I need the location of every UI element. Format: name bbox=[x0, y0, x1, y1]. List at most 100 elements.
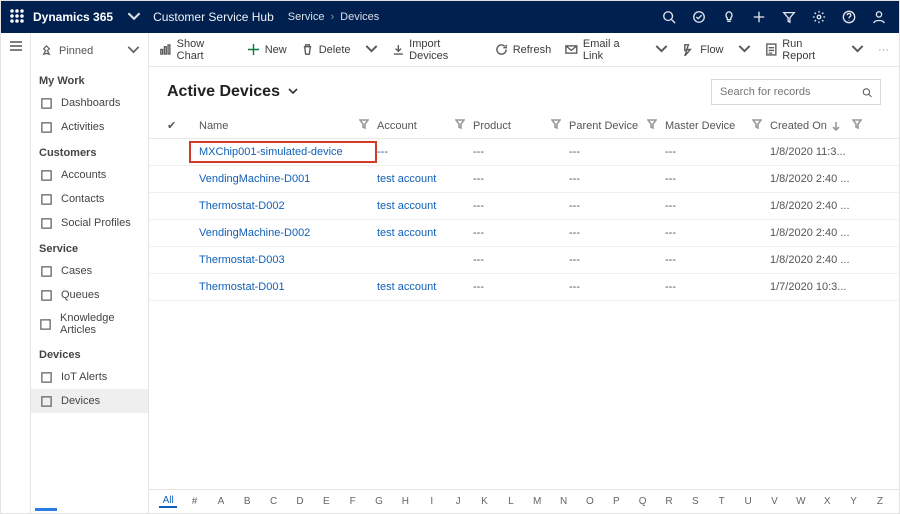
plus-icon[interactable] bbox=[745, 1, 773, 33]
select-all-checkbox[interactable]: ✔ bbox=[167, 119, 189, 132]
alpha-letter[interactable]: A bbox=[212, 496, 230, 507]
social-icon bbox=[39, 216, 53, 230]
cell-parent: --- bbox=[569, 200, 665, 212]
alpha-letter[interactable]: J bbox=[449, 496, 467, 507]
col-account[interactable]: Account bbox=[377, 119, 473, 132]
col-name[interactable]: Name bbox=[189, 119, 377, 132]
nav-pinned[interactable]: Pinned bbox=[31, 33, 148, 67]
alpha-letter[interactable]: S bbox=[686, 496, 704, 507]
import-button[interactable]: Import Devices bbox=[392, 38, 481, 62]
cell-name[interactable]: VendingMachine-D002 bbox=[189, 227, 377, 239]
filter-icon[interactable] bbox=[775, 1, 803, 33]
nav-item[interactable]: Knowledge Articles bbox=[31, 307, 148, 341]
alpha-letter[interactable]: P bbox=[607, 496, 625, 507]
app-name[interactable]: Customer Service Hub bbox=[153, 10, 274, 24]
col-master-device[interactable]: Master Device bbox=[665, 119, 770, 132]
alpha-letter[interactable]: E bbox=[317, 496, 335, 507]
search-icon[interactable] bbox=[655, 1, 683, 33]
nav-item[interactable]: Accounts bbox=[31, 163, 148, 187]
search-box[interactable] bbox=[711, 79, 881, 105]
flow-button[interactable]: Flow bbox=[682, 43, 723, 56]
alpha-letter[interactable]: Y bbox=[844, 496, 862, 507]
alpha-letter[interactable]: H bbox=[396, 496, 414, 507]
alpha-letter[interactable]: Q bbox=[633, 496, 651, 507]
nav-item[interactable]: Activities bbox=[31, 115, 148, 139]
filter-icon bbox=[647, 119, 657, 132]
lightbulb-icon[interactable] bbox=[715, 1, 743, 33]
alpha-letter[interactable]: L bbox=[502, 496, 520, 507]
cell-name[interactable]: VendingMachine-D001 bbox=[189, 173, 377, 185]
cell-account[interactable]: test account bbox=[377, 227, 473, 239]
nav-item[interactable]: Devices bbox=[31, 389, 148, 413]
table-row[interactable]: VendingMachine-D001test account---------… bbox=[149, 166, 899, 193]
cell-account[interactable]: test account bbox=[377, 173, 473, 185]
alpha-letter[interactable]: O bbox=[581, 496, 599, 507]
alpha-letter[interactable]: D bbox=[291, 496, 309, 507]
help-icon[interactable] bbox=[835, 1, 863, 33]
cell-name[interactable]: MXChip001-simulated-device bbox=[189, 141, 377, 163]
alpha-letter[interactable]: V bbox=[765, 496, 783, 507]
alpha-letter[interactable]: F bbox=[344, 496, 362, 507]
table-row[interactable]: Thermostat-D001test account---------1/7/… bbox=[149, 274, 899, 301]
run-report-button[interactable]: Run Report bbox=[765, 38, 838, 62]
alpha-letter[interactable]: C bbox=[264, 496, 282, 507]
col-parent-device[interactable]: Parent Device bbox=[569, 119, 665, 132]
flow-chevron[interactable] bbox=[738, 42, 751, 58]
cell-name[interactable]: Thermostat-D001 bbox=[189, 281, 377, 293]
overflow-icon[interactable]: ··· bbox=[878, 44, 889, 56]
alpha-letter[interactable]: W bbox=[792, 496, 810, 507]
user-icon[interactable] bbox=[865, 1, 893, 33]
cell-account[interactable]: test account bbox=[377, 281, 473, 293]
alpha-letter[interactable]: K bbox=[475, 496, 493, 507]
nav-item[interactable]: Cases bbox=[31, 259, 148, 283]
table-row[interactable]: Thermostat-D003---------1/8/2020 2:40 ..… bbox=[149, 247, 899, 274]
alpha-letter[interactable]: N bbox=[554, 496, 572, 507]
app-launcher-icon[interactable] bbox=[1, 9, 33, 26]
cell-name[interactable]: Thermostat-D002 bbox=[189, 200, 377, 212]
chevron-down-icon[interactable] bbox=[127, 9, 141, 26]
refresh-button[interactable]: Refresh bbox=[495, 43, 552, 56]
nav-item-label: Knowledge Articles bbox=[60, 312, 140, 336]
new-button[interactable]: New bbox=[247, 43, 287, 56]
alpha-letter[interactable]: R bbox=[660, 496, 678, 507]
delete-chevron[interactable] bbox=[365, 42, 378, 58]
show-chart-button[interactable]: Show Chart bbox=[159, 38, 233, 62]
view-title[interactable]: Active Devices bbox=[167, 83, 280, 101]
alpha-letter[interactable]: M bbox=[528, 496, 546, 507]
alpha-letter[interactable]: X bbox=[818, 496, 836, 507]
nav-item[interactable]: Contacts bbox=[31, 187, 148, 211]
cell-product: --- bbox=[473, 146, 569, 158]
alpha-letter[interactable]: I bbox=[423, 496, 441, 507]
nav-item[interactable]: Dashboards bbox=[31, 91, 148, 115]
cell-name[interactable]: Thermostat-D003 bbox=[189, 254, 377, 266]
gear-icon[interactable] bbox=[805, 1, 833, 33]
report-chevron[interactable] bbox=[851, 42, 864, 58]
delete-button[interactable]: Delete bbox=[301, 43, 351, 56]
search-input[interactable] bbox=[720, 86, 862, 98]
cell-account[interactable]: --- bbox=[377, 146, 473, 158]
table-row[interactable]: MXChip001-simulated-device------------1/… bbox=[149, 139, 899, 166]
hamburger-icon[interactable] bbox=[9, 39, 23, 56]
nav-item[interactable]: Social Profiles bbox=[31, 211, 148, 235]
alpha-letter[interactable]: B bbox=[238, 496, 256, 507]
nav-item[interactable]: IoT Alerts bbox=[31, 365, 148, 389]
alpha-letter[interactable]: U bbox=[739, 496, 757, 507]
table-row[interactable]: Thermostat-D002test account---------1/8/… bbox=[149, 193, 899, 220]
alpha-letter[interactable]: Z bbox=[871, 496, 889, 507]
table-row[interactable]: VendingMachine-D002test account---------… bbox=[149, 220, 899, 247]
breadcrumb-2[interactable]: Devices bbox=[340, 11, 379, 23]
nav-item[interactable]: Queues bbox=[31, 283, 148, 307]
alpha-letter[interactable]: All bbox=[159, 495, 177, 508]
alpha-letter[interactable]: T bbox=[713, 496, 731, 507]
col-created-on[interactable]: Created On bbox=[770, 119, 870, 132]
task-icon[interactable] bbox=[685, 1, 713, 33]
col-product[interactable]: Product bbox=[473, 119, 569, 132]
brand-label[interactable]: Dynamics 365 bbox=[33, 10, 113, 24]
view-picker-chevron[interactable] bbox=[288, 83, 298, 101]
alpha-letter[interactable]: # bbox=[185, 496, 203, 507]
breadcrumb-1[interactable]: Service bbox=[288, 11, 325, 23]
cell-account[interactable]: test account bbox=[377, 200, 473, 212]
alpha-letter[interactable]: G bbox=[370, 496, 388, 507]
email-chevron[interactable] bbox=[655, 42, 668, 58]
email-link-button[interactable]: Email a Link bbox=[565, 38, 641, 62]
